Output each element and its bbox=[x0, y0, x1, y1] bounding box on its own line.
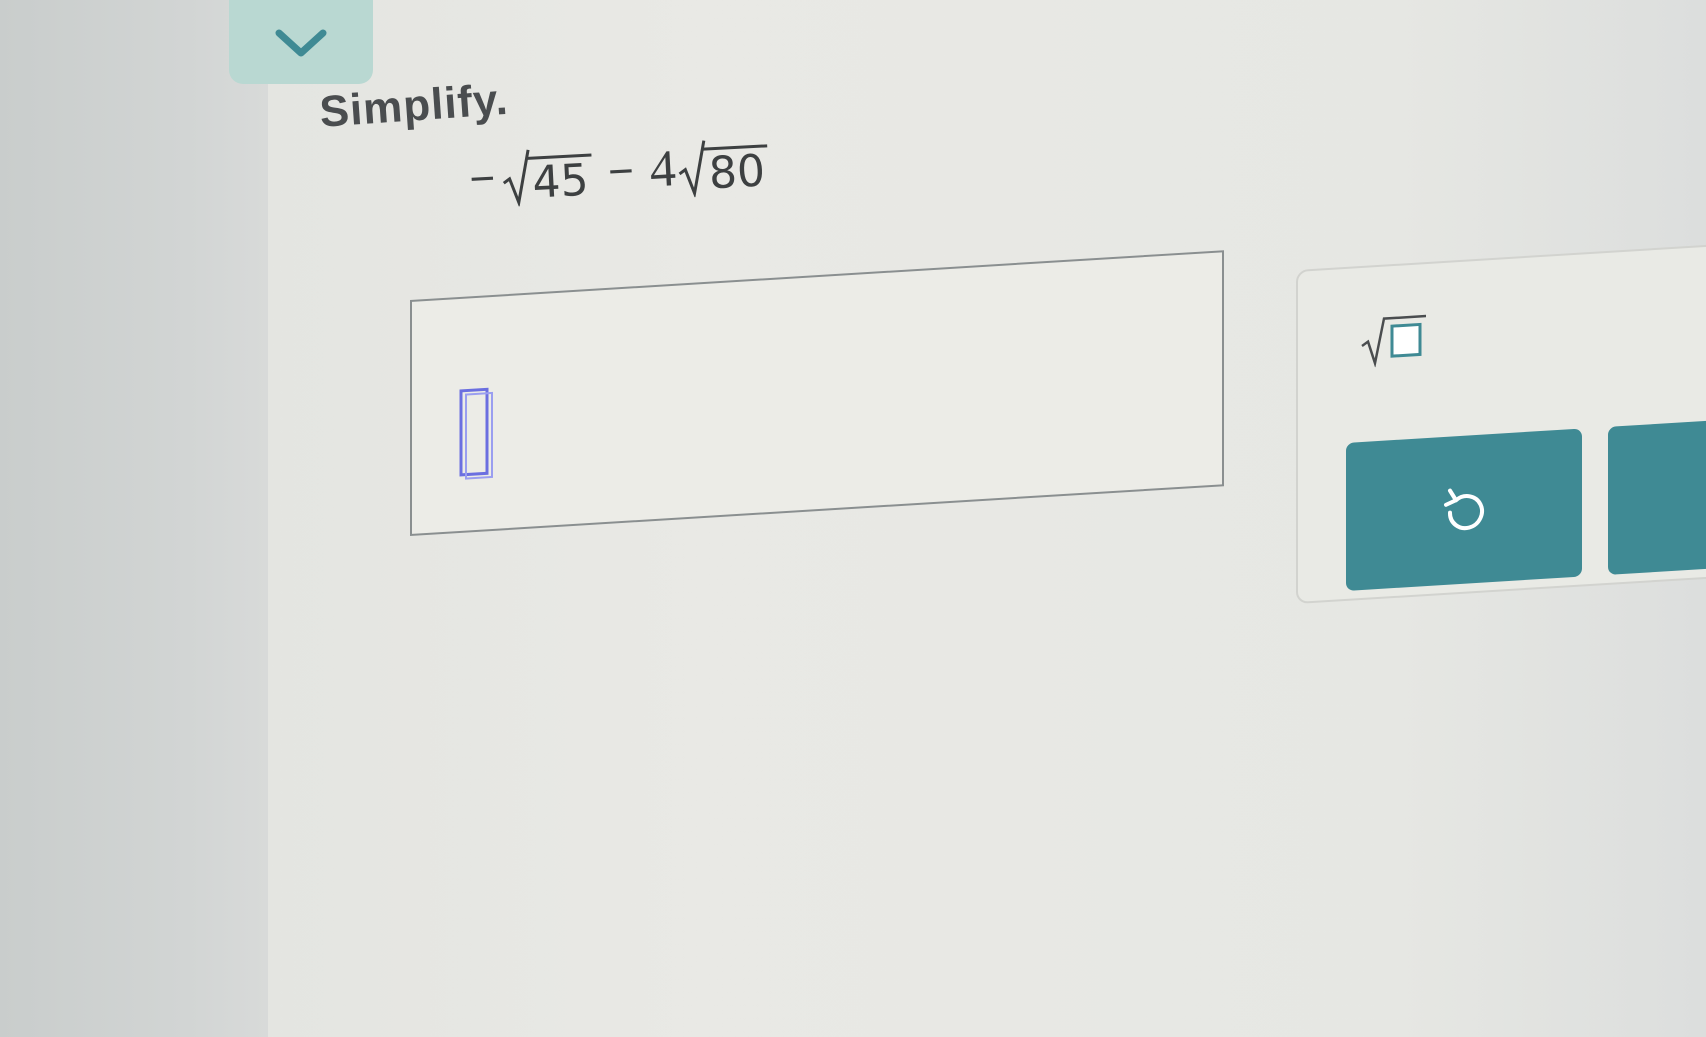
coefficient: 4 bbox=[648, 140, 678, 199]
sqrt-box-icon bbox=[1361, 314, 1426, 369]
negative-sign: − bbox=[468, 153, 497, 204]
cursor-box-icon bbox=[459, 387, 493, 480]
math-keypad bbox=[1296, 242, 1706, 604]
radical-term-2: 80 bbox=[676, 135, 771, 199]
radical-term-1: 45 bbox=[500, 144, 594, 208]
radicand-2: 80 bbox=[703, 143, 771, 199]
undo-button[interactable] bbox=[1346, 428, 1582, 591]
undo-icon bbox=[1444, 488, 1484, 531]
minus-operator: − bbox=[606, 145, 635, 197]
question-prompt: Simplify. bbox=[318, 74, 511, 137]
keypad-button-partial[interactable] bbox=[1608, 417, 1706, 575]
radicand-1: 45 bbox=[527, 153, 594, 208]
chevron-down-icon bbox=[275, 29, 327, 57]
answer-input[interactable] bbox=[410, 250, 1224, 536]
input-cursor bbox=[457, 383, 497, 486]
side-margin bbox=[0, 0, 268, 1037]
math-expression: − 45 − 4 80 bbox=[468, 134, 771, 209]
collapse-toggle[interactable] bbox=[229, 0, 373, 84]
sqrt-template-key[interactable] bbox=[1354, 308, 1434, 373]
